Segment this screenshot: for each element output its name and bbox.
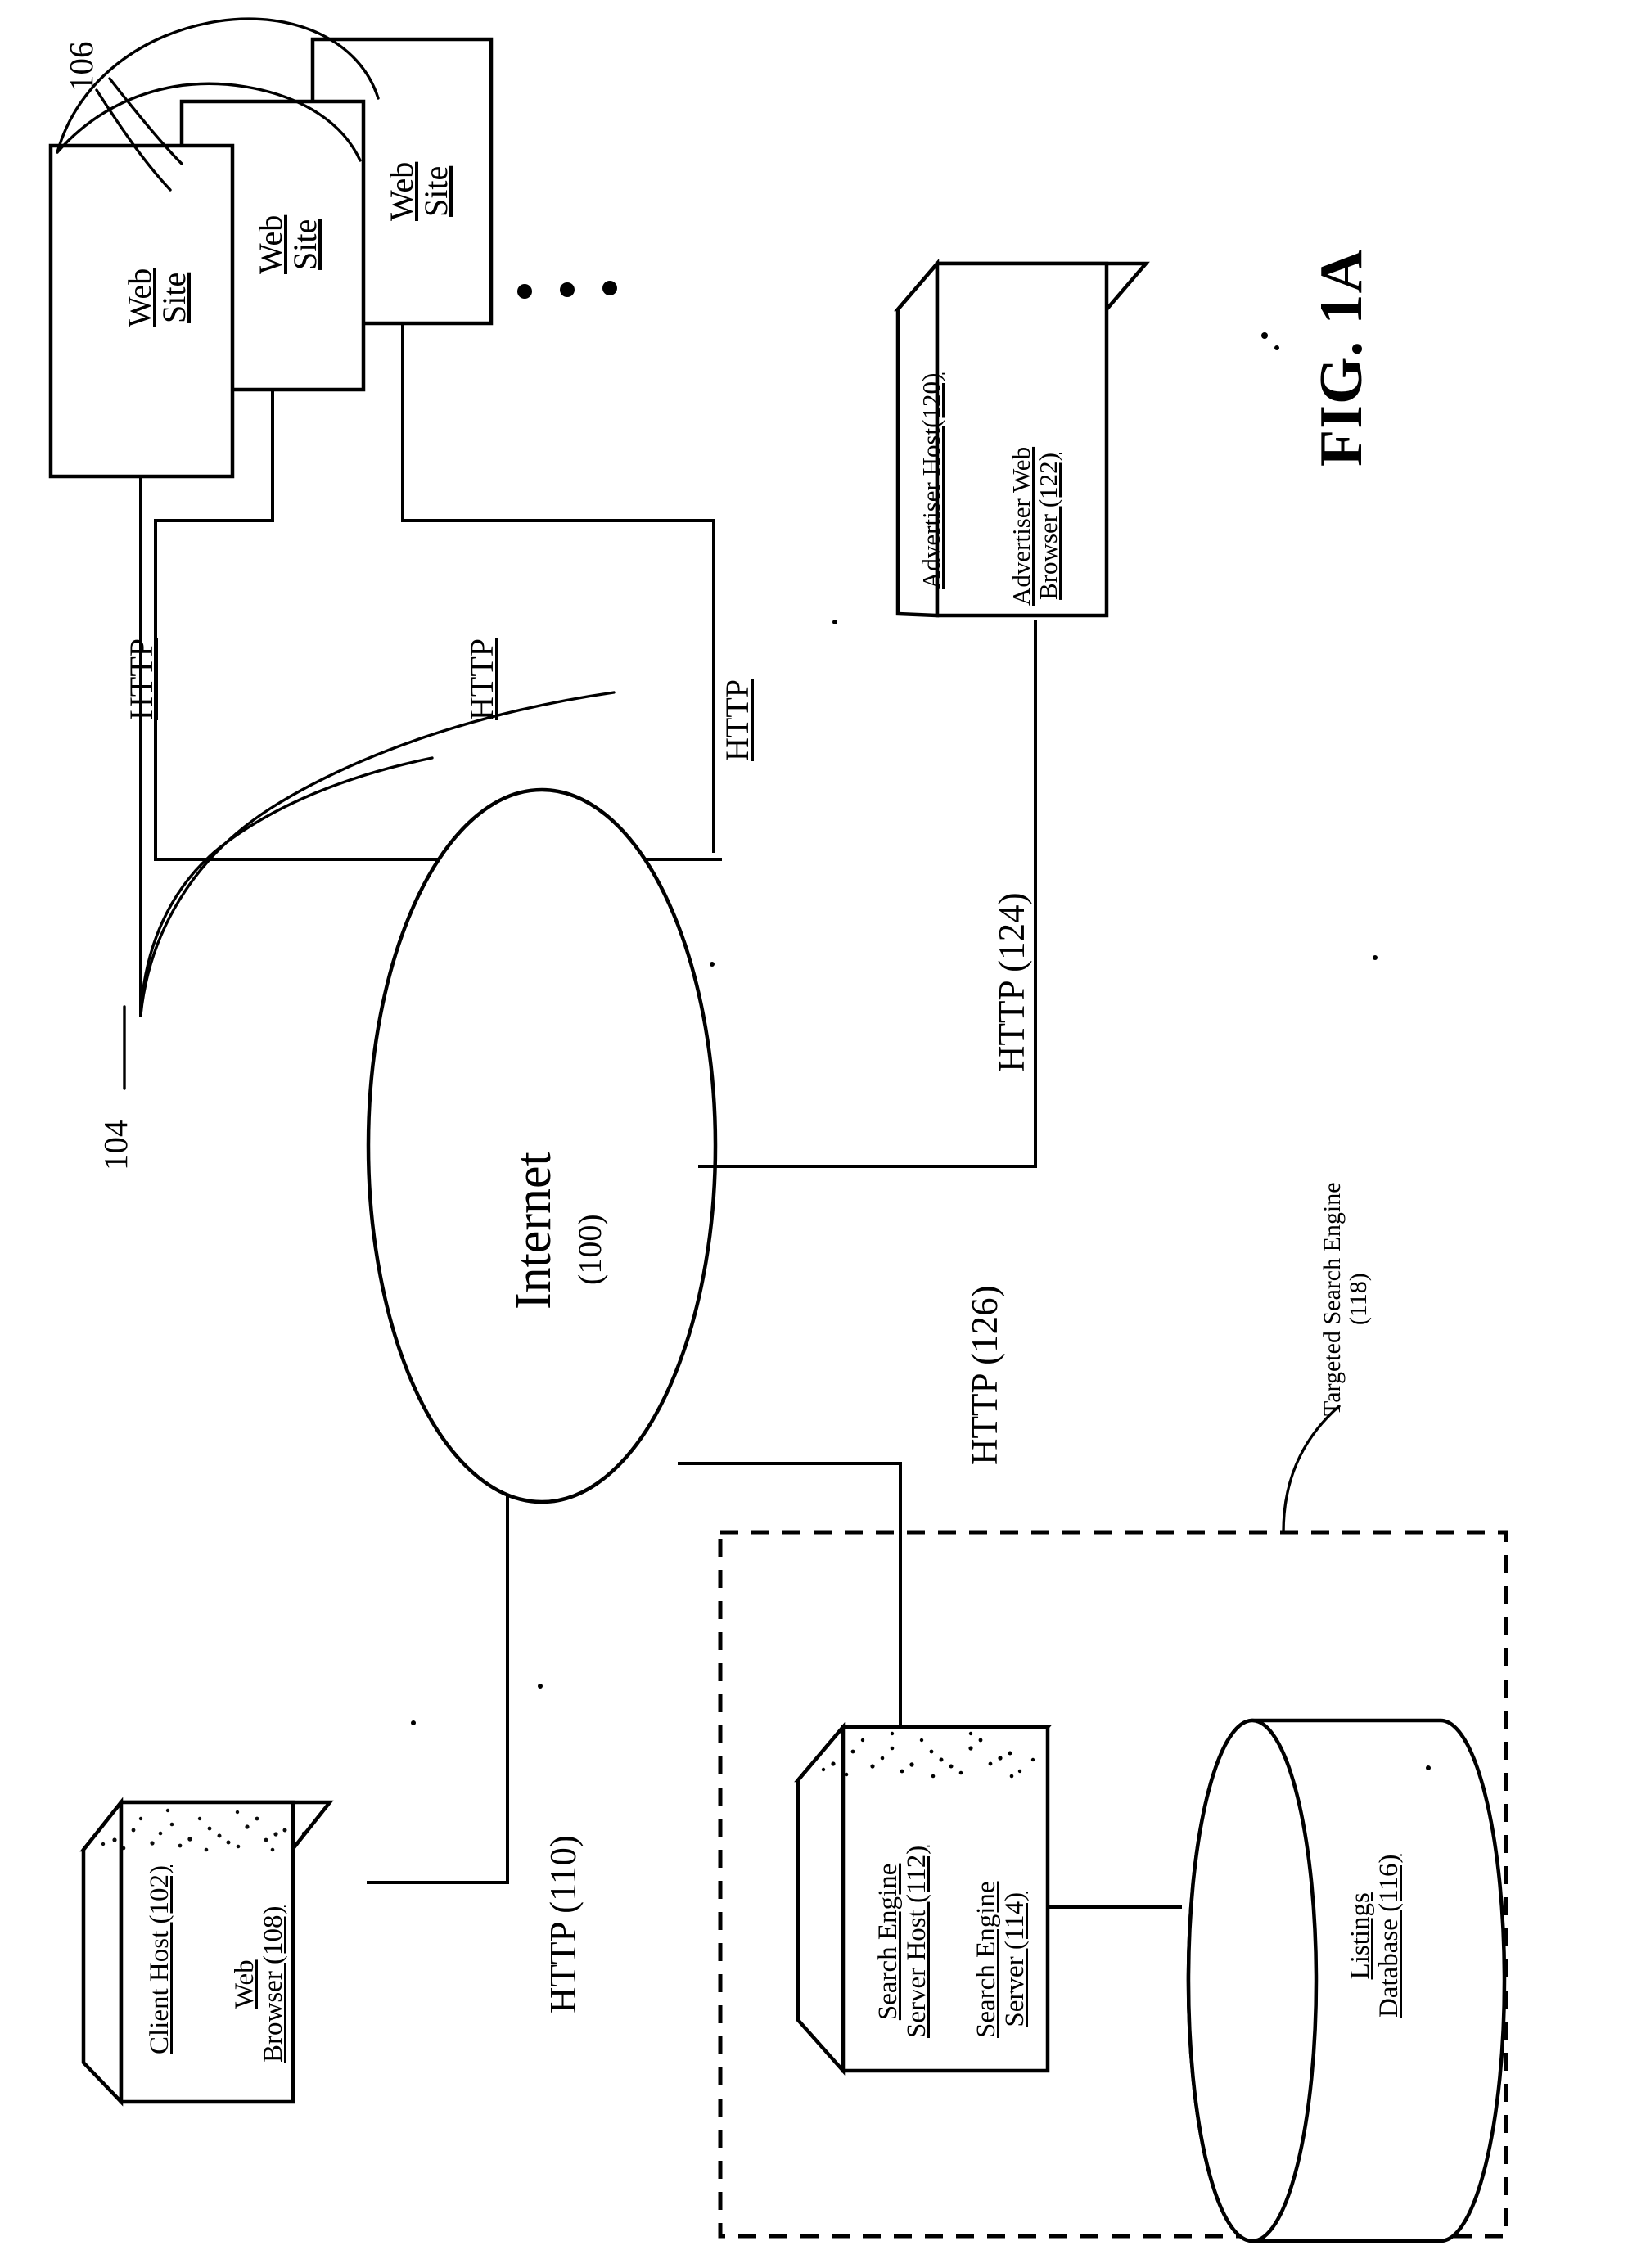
web-browser-line2: Browser (108) — [258, 1905, 288, 2063]
client-host-side-face — [81, 1797, 124, 2107]
web-site-2-line1: Web — [252, 214, 289, 274]
ellipsis-dot-3 — [602, 281, 617, 295]
advertiser-web-browser-line2: Browser (122) — [1033, 453, 1062, 600]
web-site-1-line1: Web — [121, 268, 158, 327]
listings-database-label: Listings Database (116) — [1346, 1855, 1404, 2018]
web-site-2-line2: Site — [286, 219, 324, 270]
targeted-search-engine-label: Targeted Search Engine (118) — [1319, 1182, 1372, 1416]
internet-label: Internet — [506, 1152, 561, 1310]
http-label-websites-3: HTTP — [719, 679, 755, 761]
targeted-search-engine-leader — [1282, 1405, 1341, 1534]
search-engine-server-line1: Search Engine — [972, 1881, 1001, 2038]
link-client-internet — [367, 1496, 509, 1884]
web-site-2-label: Web Site — [252, 214, 324, 274]
figure-caption: FIG. 1A — [1308, 249, 1375, 467]
scan-speck-7 — [1426, 1765, 1431, 1770]
client-host-label: Client Host (102) — [145, 1865, 174, 2054]
listings-database-line1: Listings — [1346, 1892, 1375, 1980]
web-site-3-line1: Web — [383, 161, 420, 221]
scan-speck-5 — [1373, 955, 1378, 960]
listings-database-line2: Database (116) — [1373, 1854, 1404, 2018]
scan-speck-2 — [1274, 345, 1279, 350]
scan-speck-6 — [411, 1720, 416, 1725]
search-engine-server-line2: Server (114) — [999, 1892, 1030, 2027]
http-126-label: HTTP (126) — [964, 1285, 1005, 1465]
web-browser-line1: Web — [230, 1959, 259, 2009]
scan-speck-4 — [538, 1684, 543, 1689]
ref-numeral-104: 104 — [97, 1120, 134, 1171]
search-engine-host-side-face — [796, 1721, 846, 2076]
http-110-label: HTTP (110) — [543, 1835, 584, 2013]
http-124-label: HTTP (124) — [991, 892, 1032, 1072]
web-site-1-label: Web Site — [121, 268, 193, 327]
targeted-search-engine-line2: (118) — [1344, 1273, 1372, 1326]
search-engine-host-line2: Server Host (112) — [901, 1845, 931, 2038]
client-host-3d-box — [79, 1797, 334, 2107]
search-engine-host-label: Search Engine Server Host (112) — [873, 1845, 931, 2038]
web-site-3-line2: Site — [417, 165, 455, 217]
internet-numeral: (100) — [571, 1214, 608, 1285]
ref-numeral-106: 106 — [62, 41, 100, 92]
advertiser-web-browser-label: Advertiser Web Browser (122) — [1007, 446, 1062, 606]
scan-speck-3 — [832, 620, 837, 624]
targeted-search-engine-line1: Targeted Search Engine — [1319, 1182, 1346, 1416]
web-browser-label: Web Browser (108) — [230, 1905, 288, 2063]
advertiser-host-label: Advertiser Host(120) — [917, 372, 945, 589]
search-engine-server-label: Search Engine Server (114) — [972, 1881, 1030, 2038]
scan-speck-8 — [710, 962, 715, 967]
http-label-websites-2: HTTP — [463, 638, 500, 720]
search-engine-host-line1: Search Engine — [873, 1863, 903, 2021]
ellipsis-dot-2 — [560, 282, 575, 297]
advertiser-web-browser-line1: Advertiser Web — [1007, 446, 1035, 606]
web-site-1-line2: Site — [156, 272, 193, 323]
internet-ellipse — [366, 787, 718, 1504]
patent-figure-1a: 106 Web Site Web Site Web Site HTTP HTTP… — [0, 0, 1628, 2268]
listings-database-end-ellipse — [1186, 1718, 1319, 2243]
ellipsis-dot-1 — [517, 284, 532, 299]
link-website3-http — [401, 322, 715, 853]
internet-line1: Internet — [506, 1152, 561, 1310]
http-label-websites-1: HTTP — [123, 638, 160, 720]
web-site-3-label: Web Site — [383, 161, 455, 221]
scan-speck-1 — [1261, 332, 1268, 339]
